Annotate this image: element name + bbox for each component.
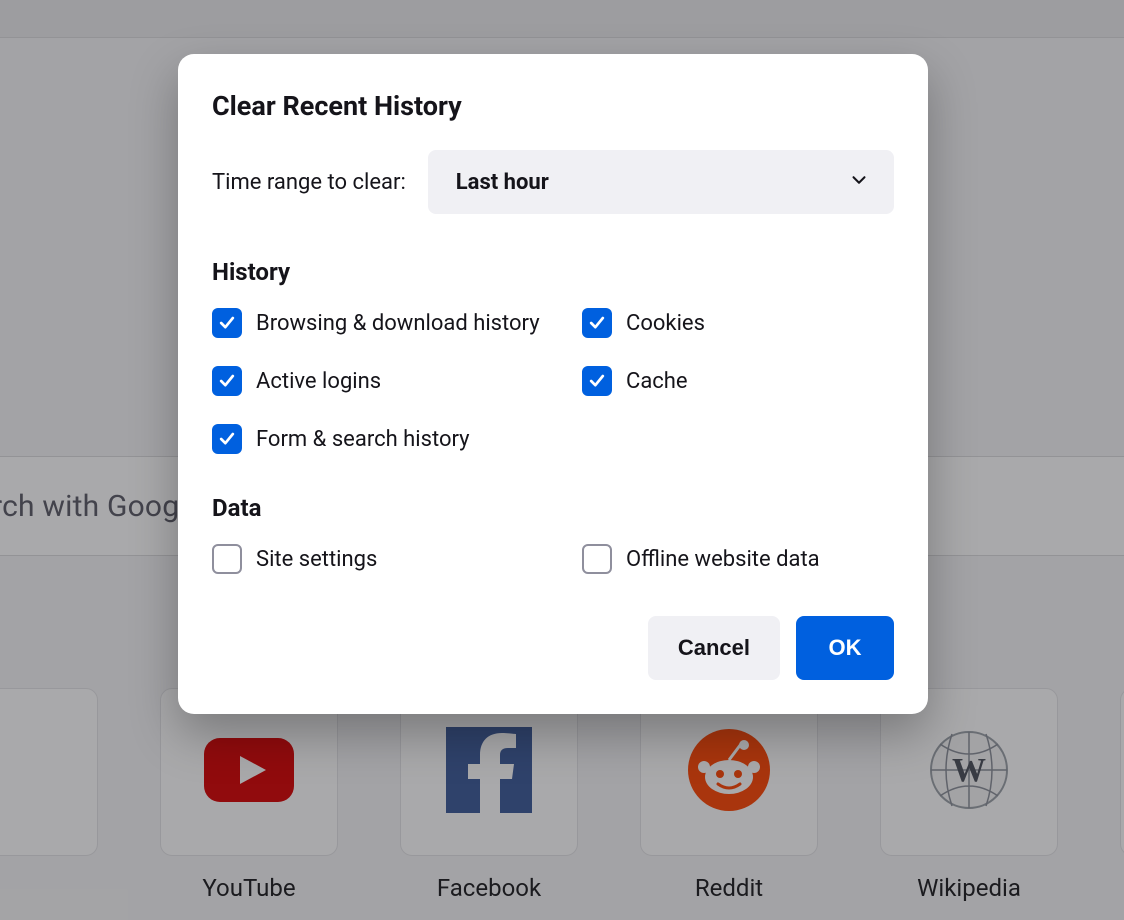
chevron-down-icon xyxy=(848,169,870,195)
clear-history-dialog: Clear Recent History Time range to clear… xyxy=(178,54,928,714)
checkbox-icon xyxy=(582,308,612,338)
dialog-button-row: Cancel OK xyxy=(212,616,894,680)
checkbox-icon xyxy=(212,424,242,454)
checkbox-icon xyxy=(212,366,242,396)
checkbox-active-logins[interactable]: Active logins xyxy=(212,366,582,396)
time-range-value: Last hour xyxy=(456,170,549,195)
checkbox-icon xyxy=(582,366,612,396)
data-section-title: Data xyxy=(212,494,894,522)
checkbox-label: Active logins xyxy=(256,369,381,394)
checkbox-browsing-download-history[interactable]: Browsing & download history xyxy=(212,308,582,338)
history-section-title: History xyxy=(212,258,894,286)
time-range-row: Time range to clear: Last hour xyxy=(212,150,894,214)
checkbox-label: Cookies xyxy=(626,311,705,336)
checkbox-label: Site settings xyxy=(256,547,377,572)
checkbox-label: Cache xyxy=(626,369,688,394)
checkbox-icon xyxy=(582,544,612,574)
cancel-button[interactable]: Cancel xyxy=(648,616,780,680)
checkbox-label: Form & search history xyxy=(256,427,470,452)
time-range-label: Time range to clear: xyxy=(212,170,406,195)
checkbox-site-settings[interactable]: Site settings xyxy=(212,544,582,574)
checkbox-cookies[interactable]: Cookies xyxy=(582,308,894,338)
data-options: Site settings Offline website data xyxy=(212,544,894,574)
checkbox-icon xyxy=(212,544,242,574)
checkbox-form-search-history[interactable]: Form & search history xyxy=(212,424,582,454)
dialog-title: Clear Recent History xyxy=(212,90,894,122)
time-range-select[interactable]: Last hour xyxy=(428,150,894,214)
checkbox-icon xyxy=(212,308,242,338)
checkbox-cache[interactable]: Cache xyxy=(582,366,894,396)
ok-button[interactable]: OK xyxy=(796,616,894,680)
checkbox-offline-website-data[interactable]: Offline website data xyxy=(582,544,894,574)
history-options: Browsing & download history Cookies Acti… xyxy=(212,308,894,454)
checkbox-label: Browsing & download history xyxy=(256,311,540,336)
checkbox-label: Offline website data xyxy=(626,547,820,572)
